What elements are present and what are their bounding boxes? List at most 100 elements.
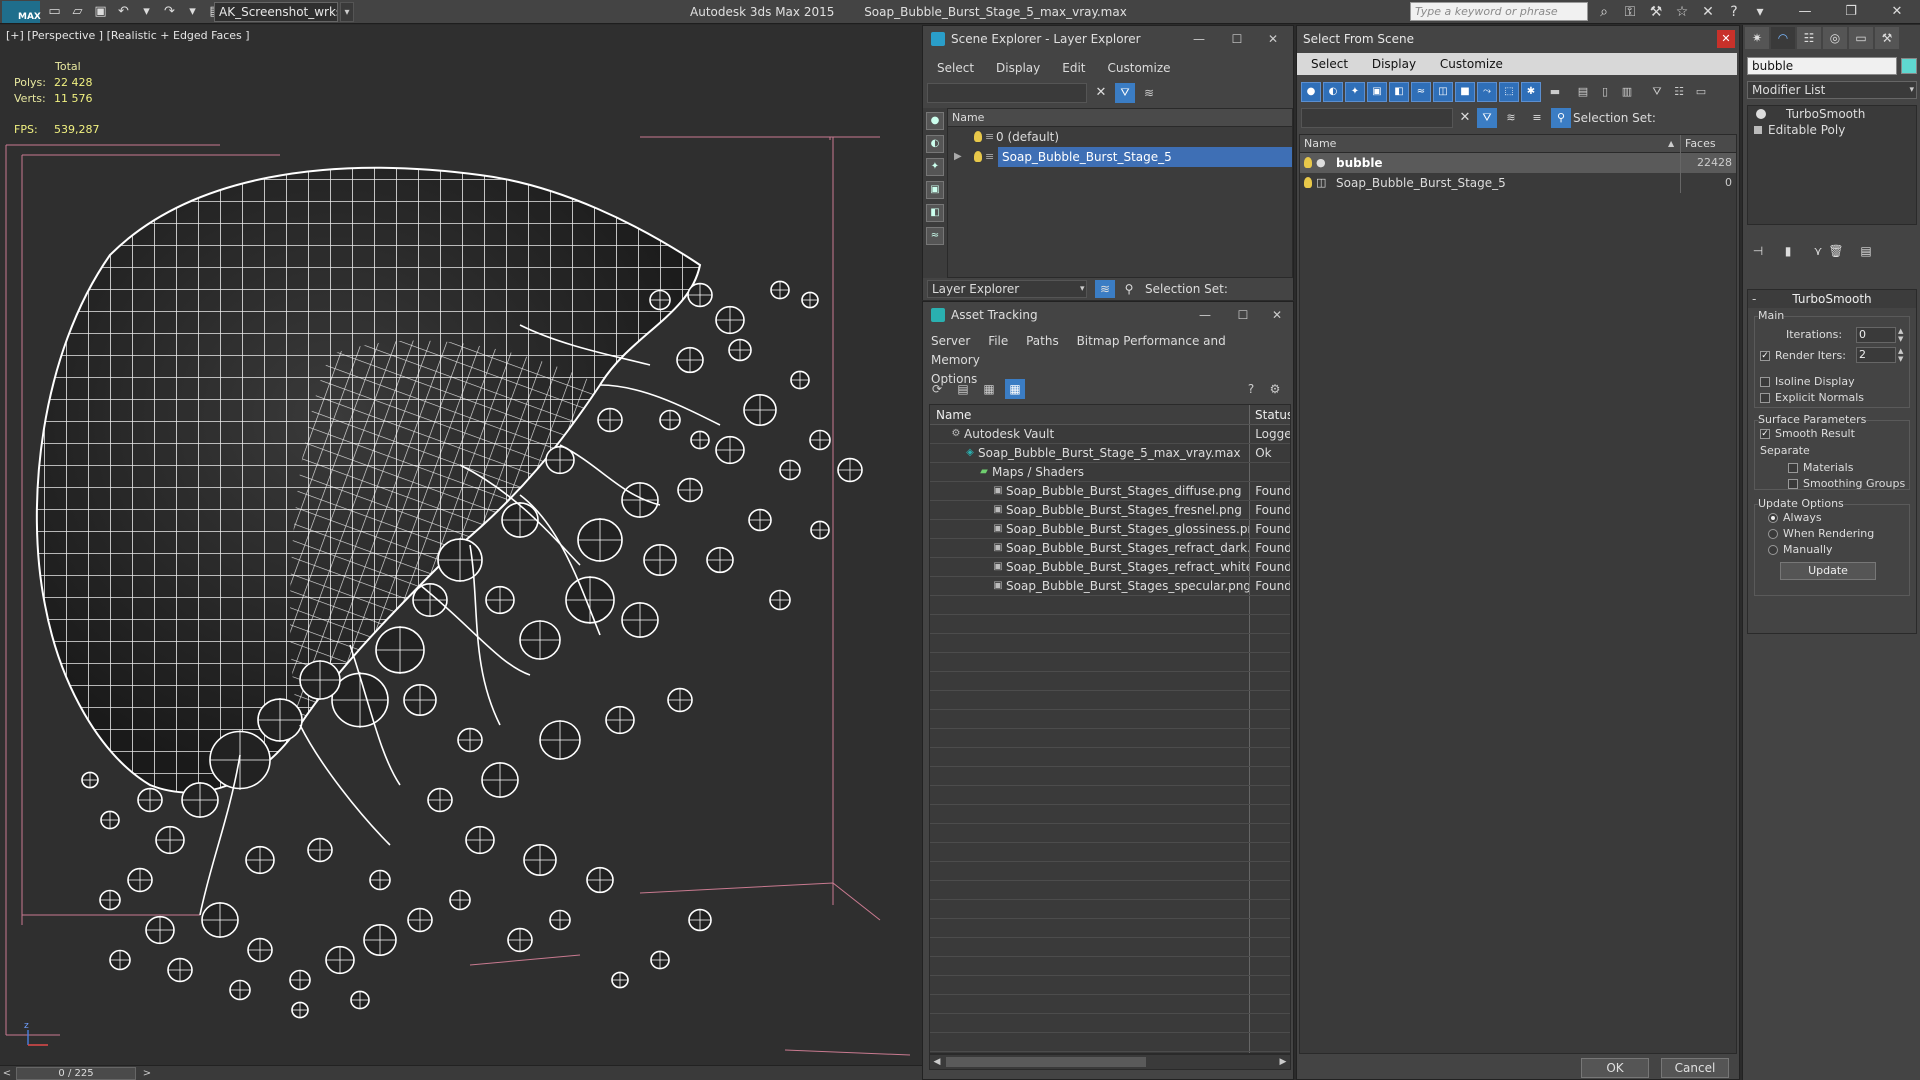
- spinner-arrows-icon[interactable]: ▲ ▼: [1898, 347, 1906, 363]
- spinner-arrows-icon[interactable]: ▲ ▼: [1898, 327, 1906, 343]
- display-cameras-icon[interactable]: ▣: [926, 181, 944, 199]
- scrollbar-thumb[interactable]: [946, 1057, 1146, 1067]
- always-radio[interactable]: Always: [1768, 510, 1822, 526]
- materials-checkbox[interactable]: Materials: [1788, 460, 1853, 476]
- workspace-dropdown-icon[interactable]: ▾: [340, 2, 354, 22]
- filter-xrefs-icon[interactable]: ■: [1455, 82, 1475, 102]
- iterations-field[interactable]: 0: [1856, 327, 1896, 343]
- object-color-swatch[interactable]: [1901, 58, 1917, 74]
- filter-bones-icon[interactable]: ⤳: [1477, 82, 1497, 102]
- se-menu-display[interactable]: Display: [996, 58, 1040, 78]
- explicit-normals-checkbox[interactable]: Explicit Normals: [1760, 390, 1864, 406]
- configure-modifier-sets-icon[interactable]: ▤: [1857, 241, 1875, 261]
- checkbox-checked-icon[interactable]: ✓: [1760, 429, 1770, 439]
- minimize-icon[interactable]: —: [1782, 0, 1828, 24]
- scene-explorer-search-input[interactable]: [927, 83, 1087, 103]
- display-all-icon[interactable]: ▤: [1573, 82, 1593, 102]
- modify-tab-icon[interactable]: ◠: [1771, 27, 1795, 49]
- radio-icon[interactable]: [1768, 545, 1778, 555]
- open-file-icon[interactable]: ▱: [69, 4, 86, 20]
- object-col-name[interactable]: Name: [1304, 135, 1336, 153]
- filter-frozen-icon[interactable]: ✱: [1521, 82, 1541, 102]
- update-button[interactable]: Update: [1780, 562, 1876, 580]
- filter-containers-icon[interactable]: ⬚: [1499, 82, 1519, 102]
- scroll-left-icon[interactable]: ◀: [930, 1055, 944, 1069]
- subscription-icon[interactable]: ⚒: [1646, 3, 1666, 21]
- select-scene-filter-icon[interactable]: ⛛: [1477, 108, 1497, 128]
- next-frame-icon[interactable]: >: [140, 1066, 154, 1080]
- checkbox-icon[interactable]: [1788, 479, 1798, 489]
- restore-icon[interactable]: ❐: [1828, 0, 1874, 24]
- visibility-bulb-icon[interactable]: [1304, 157, 1312, 168]
- at-menu-paths[interactable]: Paths: [1026, 334, 1059, 348]
- app-logo-icon[interactable]: MAX: [2, 1, 41, 23]
- hierarchy-tab-icon[interactable]: ☷: [1797, 27, 1821, 49]
- collapse-all-icon[interactable]: ▭: [1691, 82, 1711, 102]
- se-menu-customize[interactable]: Customize: [1108, 58, 1171, 78]
- asset-row[interactable]: ▣ Soap_Bubble_Burst_Stages_specular.png Fo…: [930, 577, 1290, 596]
- viewport-label-menu[interactable]: [+] [Perspective ] [Realistic + Edged Fa…: [6, 29, 250, 42]
- display-none-icon[interactable]: ▯: [1595, 82, 1615, 102]
- table-view-icon[interactable]: ▦: [1005, 379, 1025, 399]
- binoculars-icon[interactable]: ⌕: [1594, 3, 1614, 21]
- ss-menu-customize[interactable]: Customize: [1440, 53, 1503, 75]
- display-tab-icon[interactable]: ▭: [1849, 27, 1873, 49]
- modifier-list-dropdown[interactable]: Modifier List ▾: [1747, 81, 1917, 99]
- stack-item-turbosmooth[interactable]: TurboSmooth: [1748, 106, 1916, 122]
- at-menu-file[interactable]: File: [988, 334, 1008, 348]
- scroll-right-icon[interactable]: ▶: [1276, 1055, 1290, 1069]
- radio-selected-icon[interactable]: [1768, 513, 1778, 523]
- modifier-on-bulb-icon[interactable]: [1756, 109, 1766, 119]
- show-end-result-icon[interactable]: ▮: [1779, 241, 1797, 261]
- filter-toggle-icon[interactable]: ⛛: [1115, 83, 1135, 103]
- filter-shapes-icon[interactable]: ◐: [1323, 82, 1343, 102]
- create-tab-icon[interactable]: ✷: [1745, 27, 1769, 49]
- filter-spacewarps-icon[interactable]: ≈: [1411, 82, 1431, 102]
- cancel-button[interactable]: Cancel: [1661, 1058, 1729, 1078]
- asset-row[interactable]: ▣ Soap_Bubble_Burst_Stages_diffuse.png Fou…: [930, 482, 1290, 501]
- time-slider[interactable]: 0 / 225: [16, 1067, 136, 1080]
- explorer-type-dropdown[interactable]: Layer Explorer ▾: [927, 280, 1087, 298]
- undo-icon[interactable]: ↶: [115, 4, 132, 20]
- object-row-soap-bubble[interactable]: ◫ Soap_Bubble_Burst_Stage_5 0: [1300, 173, 1736, 193]
- redo-icon[interactable]: ↷: [161, 4, 178, 20]
- visibility-bulb-icon[interactable]: [974, 151, 982, 162]
- asset-row[interactable]: ⚙Autodesk Vault Logged: [930, 425, 1290, 444]
- object-row-bubble[interactable]: ● bubble 22428: [1300, 153, 1736, 173]
- new-file-icon[interactable]: ▭: [46, 4, 63, 20]
- filter-groups-icon[interactable]: ◫: [1433, 82, 1453, 102]
- asset-row[interactable]: ▰ Maps / Shaders: [930, 463, 1290, 482]
- checkbox-icon[interactable]: [1760, 377, 1770, 387]
- select-scene-layers-icon[interactable]: ≡: [1527, 108, 1547, 128]
- help-dropdown-icon[interactable]: ▾: [1750, 3, 1770, 21]
- asset-tracking-close-icon[interactable]: ✕: [1257, 302, 1297, 328]
- smooth-result-checkbox[interactable]: ✓ Smooth Result: [1760, 426, 1855, 442]
- col-name-header[interactable]: Name: [930, 405, 1250, 424]
- display-lights-icon[interactable]: ✦: [926, 158, 944, 176]
- layer-explorer-mode-icon[interactable]: ≋: [1095, 280, 1115, 298]
- ss-menu-display[interactable]: Display: [1372, 53, 1416, 75]
- filter-hidden-icon[interactable]: ▬: [1545, 82, 1565, 102]
- isoline-display-checkbox[interactable]: Isoline Display: [1760, 374, 1855, 390]
- select-scene-hierarchy-icon[interactable]: ⚲: [1551, 108, 1571, 128]
- workspace-selector[interactable]: AK_Screenshot_wrksp: [214, 2, 338, 22]
- thumbnail-view-icon[interactable]: ▦: [979, 379, 999, 399]
- visibility-bulb-icon[interactable]: [974, 131, 982, 142]
- remove-modifier-icon[interactable]: 🗑: [1827, 241, 1845, 261]
- filter-lights-icon[interactable]: ✦: [1345, 82, 1365, 102]
- se-menu-select[interactable]: Select: [937, 58, 974, 78]
- filter-helpers-icon[interactable]: ◧: [1389, 82, 1409, 102]
- stack-item-editable-poly[interactable]: Editable Poly: [1748, 122, 1916, 138]
- select-scene-stack-icon[interactable]: ≋: [1501, 108, 1521, 128]
- list-view-icon[interactable]: ▤: [953, 379, 973, 399]
- pin-stack-icon[interactable]: ⊣: [1749, 241, 1767, 261]
- object-col-faces[interactable]: Faces: [1680, 135, 1738, 153]
- ok-button[interactable]: OK: [1581, 1058, 1649, 1078]
- visibility-bulb-icon[interactable]: [1304, 177, 1312, 188]
- asset-horizontal-scrollbar[interactable]: ◀ ▶: [929, 1054, 1291, 1070]
- save-icon[interactable]: ▣: [92, 4, 109, 20]
- select-scene-search-input[interactable]: [1301, 108, 1453, 128]
- asset-row[interactable]: ▣ Soap_Bubble_Burst_Stages_refract_white.…: [930, 558, 1290, 577]
- layer-row-default[interactable]: ≡ 0 (default): [948, 127, 1292, 147]
- radio-icon[interactable]: [1768, 529, 1778, 539]
